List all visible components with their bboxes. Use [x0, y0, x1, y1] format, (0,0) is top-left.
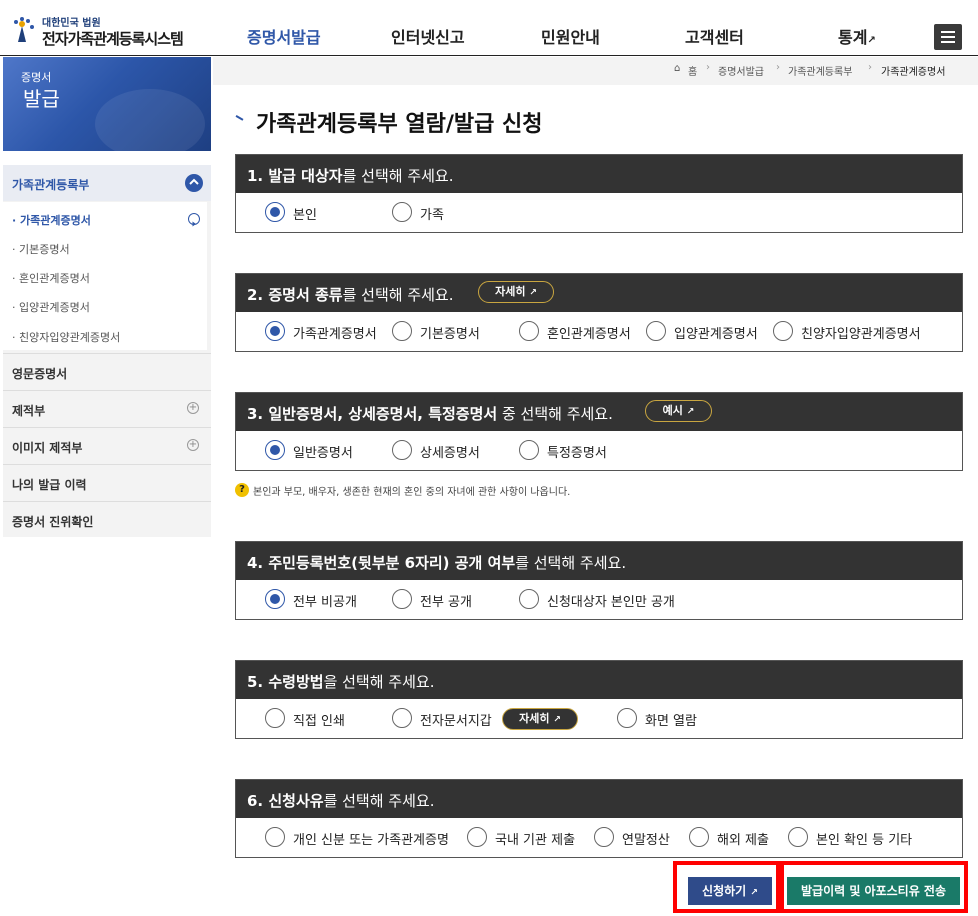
- nav-statistics[interactable]: 통계↗: [838, 24, 876, 48]
- all-menu-button[interactable]: [934, 24, 962, 50]
- logo-subtitle: 대한민국 법원: [42, 18, 101, 29]
- section-rrn-disclosure: 4. 주민등록번호(뒷부분 6자리) 공개 여부를 선택해 주세요. 전부 비공…: [235, 541, 963, 620]
- sidebar-item-my-history[interactable]: 나의 발급 이력: [3, 464, 211, 501]
- sidebar-item-image-register[interactable]: 이미지 제적부 +: [3, 427, 211, 464]
- section-banner: 증명서 발급: [3, 57, 211, 151]
- external-link-icon: ↗: [867, 35, 876, 46]
- section-reason: 6. 신청사유를 선택해 주세요. 개인 신분 또는 가족관계증명 국내 기관 …: [235, 779, 963, 858]
- sidebar-item-removal-register[interactable]: 제적부 +: [3, 390, 211, 427]
- details-button-cert-type[interactable]: 자세히 ↗: [478, 281, 554, 303]
- nav-certificate[interactable]: 증명서발급: [247, 24, 321, 48]
- sidebar-sub-basic[interactable]: · 기본증명서: [12, 241, 70, 257]
- page-title: 가족관계등록부 열람/발급 신청: [256, 112, 543, 137]
- nav-internet-report[interactable]: 인터넷신고: [391, 24, 465, 48]
- question-icon: ?: [235, 483, 249, 497]
- external-link-icon: ↗: [529, 288, 537, 298]
- nav-civil-guide[interactable]: 민원안내: [541, 24, 600, 48]
- sidebar-item-verify[interactable]: 증명서 진위확인: [3, 501, 211, 538]
- section-heading: 4. 주민등록번호(뒷부분 6자리) 공개 여부를 선택해 주세요.: [236, 542, 962, 580]
- plus-icon: +: [187, 439, 199, 451]
- apply-button[interactable]: 신청하기 ↗: [688, 877, 772, 905]
- breadcrumb-certificate[interactable]: 증명서발급: [718, 63, 764, 78]
- breadcrumb-home[interactable]: 홈: [688, 63, 697, 78]
- section-heading: 1. 발급 대상자를 선택해 주세요.: [236, 155, 962, 193]
- court-emblem-icon: [14, 17, 34, 42]
- title-accent-icon: [235, 113, 245, 121]
- section-heading: 6. 신청사유를 선택해 주세요.: [236, 780, 962, 818]
- nav-customer-center[interactable]: 고객센터: [685, 24, 744, 48]
- section-receipt-method: 5. 수령방법을 선택해 주세요. 직접 인쇄 전자문서지갑 화면 열람: [235, 660, 963, 739]
- issue-history-apostille-button[interactable]: 발급이력 및 아포스티유 전송: [787, 877, 960, 905]
- breadcrumb: [213, 57, 978, 85]
- details-button-e-wallet[interactable]: 자세히 ↗: [502, 708, 578, 730]
- help-note: 본인과 부모, 배우자, 생존한 현재의 혼인 중의 자녀에 관한 사항이 나옵…: [253, 487, 571, 498]
- external-link-icon: ↗: [686, 407, 695, 417]
- sidebar-group-family-register[interactable]: 가족관계등록부: [3, 165, 211, 201]
- example-button[interactable]: 예시 ↗: [645, 400, 712, 422]
- sidebar-group-label: 가족관계등록부: [12, 178, 90, 192]
- home-icon[interactable]: ⌂: [674, 63, 680, 74]
- external-link-icon: ↗: [553, 715, 561, 725]
- sidebar-sub-full-adoption[interactable]: · 친양자입양관계증명서: [12, 329, 120, 345]
- breadcrumb-family-register[interactable]: 가족관계등록부: [788, 63, 852, 78]
- section-heading: 3. 일반증명서, 상세증명서, 특정증명서 중 선택해 주세요.: [236, 393, 962, 431]
- nav-statistics-label: 통계: [838, 28, 868, 47]
- external-link-icon: ↗: [750, 888, 758, 898]
- section-cert-type: 2. 증명서 종류를 선택해 주세요. 가족관계증명서 기본증명서 혼인관계증명…: [235, 273, 963, 352]
- banner-line2: 발급: [23, 87, 60, 111]
- sidebar-sub-marriage[interactable]: · 혼인관계증명서: [12, 270, 90, 286]
- site-logo[interactable]: 대한민국 법원 전자가족관계등록시스템: [8, 12, 198, 48]
- play-arrow-icon: [188, 213, 200, 227]
- sidebar-item-english-cert[interactable]: 영문증명서: [3, 353, 211, 390]
- plus-icon: +: [187, 402, 199, 414]
- section-heading: 2. 증명서 종류를 선택해 주세요.: [236, 274, 962, 312]
- top-navigation-bar: 대한민국 법원 전자가족관계등록시스템 증명서발급 인터넷신고 민원안내 고객센…: [0, 0, 978, 56]
- section-heading: 5. 수령방법을 선택해 주세요.: [236, 661, 962, 699]
- section-target: 1. 발급 대상자를 선택해 주세요. 본인 가족: [235, 154, 963, 233]
- hamburger-icon: [941, 31, 955, 33]
- breadcrumb-current: 가족관계증명서: [881, 67, 946, 78]
- sidebar-sub-family-relation[interactable]: · 가족관계증명서: [12, 212, 91, 228]
- section-cert-detail: 3. 일반증명서, 상세증명서, 특정증명서 중 선택해 주세요. 일반증명서 …: [235, 392, 963, 471]
- logo-title: 전자가족관계등록시스템: [42, 30, 184, 48]
- sidebar-sub-adoption[interactable]: · 입양관계증명서: [12, 299, 90, 315]
- chevron-up-icon: [185, 174, 203, 192]
